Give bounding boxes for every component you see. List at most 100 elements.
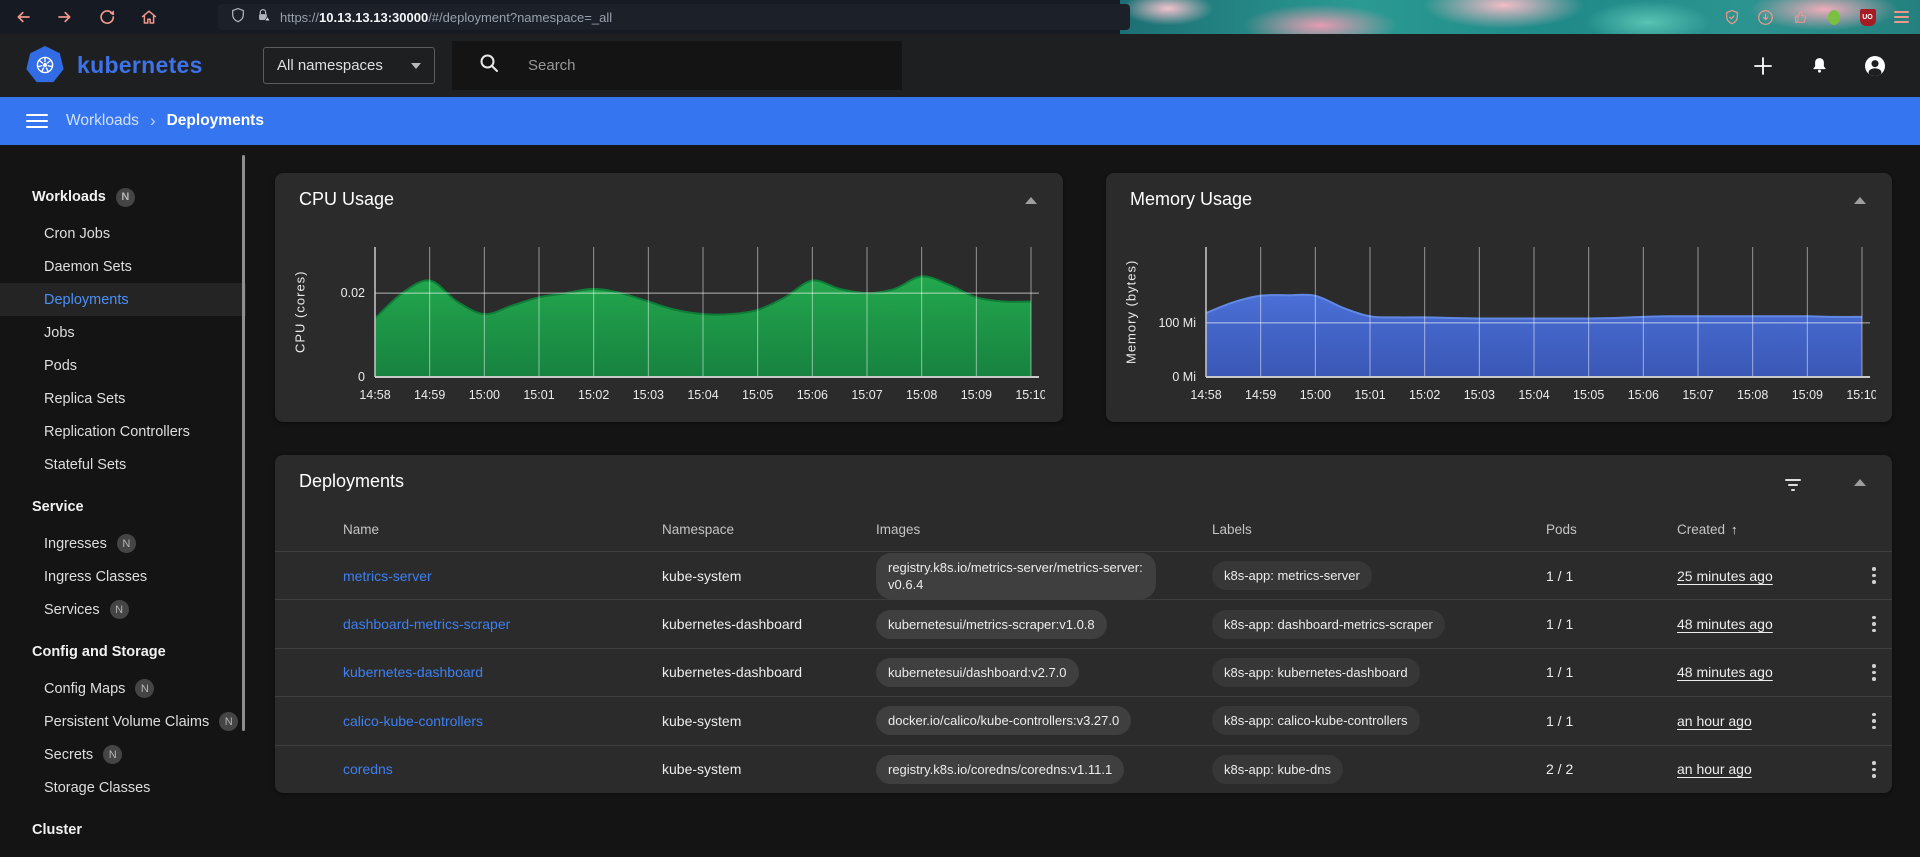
sidebar-item-replica-sets[interactable]: Replica Sets [0, 382, 246, 415]
namespace-cell: kube-system [662, 567, 742, 584]
home-icon[interactable] [140, 8, 158, 26]
column-header-label: Images [876, 521, 921, 537]
svg-text:15:05: 15:05 [742, 388, 773, 402]
cpu-usage-chart: 14:58 14:59 15:00 15:01 15:02 15:03 15:04 15:05… [341, 247, 1045, 402]
row-actions-kebab-icon[interactable] [1863, 563, 1885, 588]
namespace-selector[interactable]: All namespaces [263, 47, 435, 84]
sidebar-item-jobs[interactable]: Jobs [0, 316, 246, 349]
sidebar-item-deployments[interactable]: Deployments [0, 283, 246, 316]
pods-cell: 1 / 1 [1546, 712, 1574, 729]
sidebar-item-services[interactable]: Services N [0, 593, 246, 626]
created-ago-link[interactable]: 48 minutes ago [1677, 616, 1773, 632]
labels-cell: k8s-app: calico-kube-controllers [1212, 706, 1546, 736]
sidebar-item-stateful-sets[interactable]: Stateful Sets [0, 448, 246, 481]
svg-text:14:59: 14:59 [1245, 388, 1276, 402]
label-chip: k8s-app: kubernetes-dashboard [1212, 657, 1420, 688]
created-ago-link[interactable]: an hour ago [1677, 761, 1752, 777]
download-extension-icon[interactable] [1757, 9, 1774, 26]
shield-extension-icon[interactable] [1723, 9, 1740, 26]
svg-text:100 Mi: 100 Mi [1158, 316, 1196, 330]
labels-cell: k8s-app: kubernetes-dashboard [1212, 657, 1546, 688]
svg-text:15:03: 15:03 [1464, 388, 1495, 402]
column-header-created[interactable]: Created ↑ [1677, 522, 1863, 537]
browser-extension-icons: UO [1723, 0, 1910, 34]
sidebar-item-config-maps[interactable]: Config Maps N [0, 672, 246, 705]
sidebar-item-daemon-sets[interactable]: Daemon Sets [0, 250, 246, 283]
vpn-extension-icon[interactable] [1825, 9, 1842, 26]
search-input[interactable] [528, 57, 858, 74]
row-actions-kebab-icon[interactable] [1863, 660, 1885, 685]
filter-icon[interactable] [1784, 479, 1802, 491]
screen: https://10.13.13.13:30000/#/deployment?n… [0, 0, 1920, 857]
sidebar-scrollbar[interactable] [242, 155, 245, 731]
column-header-label: Labels [1212, 521, 1252, 537]
row-actions-kebab-icon[interactable] [1863, 757, 1885, 782]
column-header-namespace[interactable]: Namespace [662, 522, 876, 537]
sidebar-item-ingress-classes[interactable]: Ingress Classes [0, 560, 246, 593]
svg-text:15:08: 15:08 [906, 388, 937, 402]
collapse-up-icon[interactable] [1854, 197, 1866, 204]
deployments-table-body: metrics-server kube-system registry.k8s.io… [275, 551, 1892, 793]
collapse-up-icon[interactable] [1854, 479, 1866, 486]
sidebar-item-secrets[interactable]: Secrets N [0, 738, 246, 771]
sidebar-item-storage-classes[interactable]: Storage Classes [0, 771, 246, 804]
browser-menu-icon[interactable] [1893, 9, 1910, 26]
images-cell: docker.io/calico/kube-controllers:v3.27.… [876, 706, 1212, 736]
row-actions-kebab-icon[interactable] [1863, 612, 1885, 637]
column-header-labels[interactable]: Labels [1212, 522, 1546, 537]
svg-text:15:05: 15:05 [1573, 388, 1604, 402]
reload-icon[interactable] [98, 8, 116, 26]
column-header-pods[interactable]: Pods [1546, 522, 1677, 537]
row-actions-kebab-icon[interactable] [1863, 709, 1885, 734]
pods-cell: 1 / 1 [1546, 567, 1574, 584]
created-cell: 48 minutes ago [1677, 616, 1863, 632]
url-bar[interactable]: https://10.13.13.13:30000/#/deployment?n… [218, 4, 1130, 30]
svg-text:15:09: 15:09 [961, 388, 992, 402]
created-ago-link[interactable]: an hour ago [1677, 713, 1752, 729]
tracking-shield-icon[interactable] [230, 7, 246, 28]
sidebar-item-label: Ingresses [44, 535, 107, 552]
svg-text:15:02: 15:02 [578, 388, 609, 402]
url-text[interactable]: https://10.13.13.13:30000/#/deployment?n… [280, 10, 612, 25]
pods-cell: 1 / 1 [1546, 616, 1574, 633]
browser-toolbar: https://10.13.13.13:30000/#/deployment?n… [0, 0, 1920, 34]
deployment-name-link[interactable]: metrics-server [343, 568, 432, 584]
hamburger-menu-icon[interactable] [26, 114, 48, 128]
deployment-name-link[interactable]: coredns [343, 761, 393, 777]
sidebar-item-replication-controllers[interactable]: Replication Controllers [0, 415, 246, 448]
sidebar-item-ingresses[interactable]: Ingresses N [0, 527, 246, 560]
breadcrumb-separator: › [149, 111, 156, 130]
kubernetes-brand[interactable]: kubernetes [26, 46, 203, 84]
created-ago-link[interactable]: 25 minutes ago [1677, 568, 1773, 584]
column-header-images[interactable]: Images [876, 522, 1212, 537]
back-icon[interactable] [14, 8, 32, 26]
lock-warning-icon[interactable] [255, 7, 271, 28]
image-chip: kubernetesui/metrics-scraper:v1.0.8 [876, 609, 1107, 639]
breadcrumb-bar: Workloads › Deployments [0, 97, 1920, 145]
notifications-bell-icon[interactable] [1806, 53, 1832, 79]
sidebar-item-label: Replica Sets [44, 390, 126, 407]
created-ago-link[interactable]: 48 minutes ago [1677, 664, 1773, 680]
search-box[interactable] [452, 41, 902, 90]
svg-text:14:59: 14:59 [414, 388, 445, 402]
breadcrumb-workloads-link[interactable]: Workloads [66, 112, 139, 130]
sidebar-item-persistent-volume-claims[interactable]: Persistent Volume Claims N [0, 705, 246, 738]
sidebar-section-header-config-and-storage: Config and Storage [0, 632, 246, 672]
ublock-origin-icon[interactable]: UO [1859, 8, 1876, 26]
thumb-extension-icon[interactable] [1791, 9, 1808, 26]
deployment-name-link[interactable]: calico-kube-controllers [343, 713, 483, 729]
deployment-name-link[interactable]: kubernetes-dashboard [343, 664, 483, 680]
forward-icon[interactable] [56, 8, 74, 26]
collapse-up-icon[interactable] [1025, 197, 1037, 204]
sidebar-item-label: Secrets [44, 746, 94, 763]
create-resource-icon[interactable] [1750, 53, 1776, 79]
images-cell: registry.k8s.io/coredns/coredns:v1.11.1 [876, 754, 1212, 784]
sidebar-item-cron-jobs[interactable]: Cron Jobs [0, 217, 246, 250]
sidebar-item-label: Ingress Classes [44, 568, 148, 585]
sidebar-item-label: Daemon Sets [44, 258, 132, 275]
deployment-name-link[interactable]: dashboard-metrics-scraper [343, 616, 510, 632]
account-icon[interactable] [1862, 53, 1888, 79]
column-header-name[interactable]: Name [343, 522, 662, 537]
sidebar-item-pods[interactable]: Pods [0, 349, 246, 382]
table-row-dashboard-metrics-scraper: dashboard-metrics-scraper kubernetes-dash… [275, 599, 1892, 647]
